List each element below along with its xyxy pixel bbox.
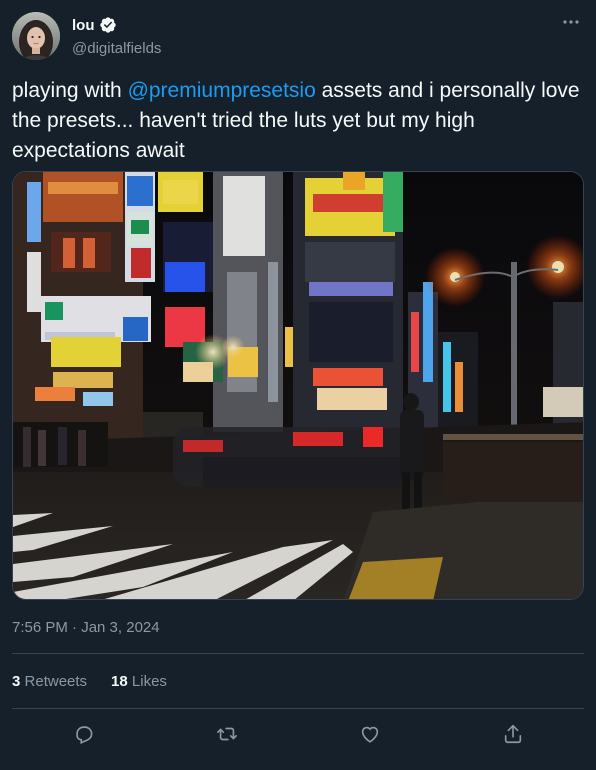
reply-icon[interactable] bbox=[64, 718, 104, 750]
user-handle[interactable]: @digitalfields bbox=[72, 40, 161, 57]
engagement-stats: 3 Retweets 18 Likes bbox=[12, 673, 167, 690]
likes-stat[interactable]: 18 Likes bbox=[111, 673, 167, 690]
tweet-timestamp[interactable]: 7:56 PM · Jan 3, 2024 bbox=[12, 619, 160, 636]
divider bbox=[12, 708, 584, 709]
action-bar bbox=[12, 718, 584, 750]
mention-link[interactable]: @premiumpresetsio bbox=[128, 79, 316, 102]
verified-badge-icon bbox=[99, 16, 117, 34]
likes-count: 18 bbox=[111, 673, 128, 690]
retweets-label: Retweets bbox=[24, 673, 88, 690]
avatar-portrait-icon bbox=[12, 12, 60, 60]
avatar[interactable] bbox=[12, 12, 60, 60]
name-row: lou bbox=[72, 16, 117, 34]
night-city-street-photo-icon bbox=[13, 172, 583, 599]
likes-label: Likes bbox=[131, 673, 167, 690]
tweet: lou @digitalfields playing with @premium… bbox=[0, 0, 596, 770]
tweet-media-photo[interactable] bbox=[12, 171, 584, 600]
more-options-icon[interactable] bbox=[560, 12, 582, 32]
divider bbox=[12, 653, 584, 654]
like-icon[interactable] bbox=[350, 718, 390, 750]
tweet-text: playing with @premiumpresetsio assets an… bbox=[12, 76, 587, 166]
share-icon[interactable] bbox=[493, 718, 533, 750]
retweets-stat[interactable]: 3 Retweets bbox=[12, 673, 87, 690]
tweet-text-part: playing with bbox=[12, 79, 128, 102]
retweet-icon[interactable] bbox=[207, 718, 247, 750]
retweets-count: 3 bbox=[12, 673, 21, 690]
display-name[interactable]: lou bbox=[72, 17, 95, 34]
